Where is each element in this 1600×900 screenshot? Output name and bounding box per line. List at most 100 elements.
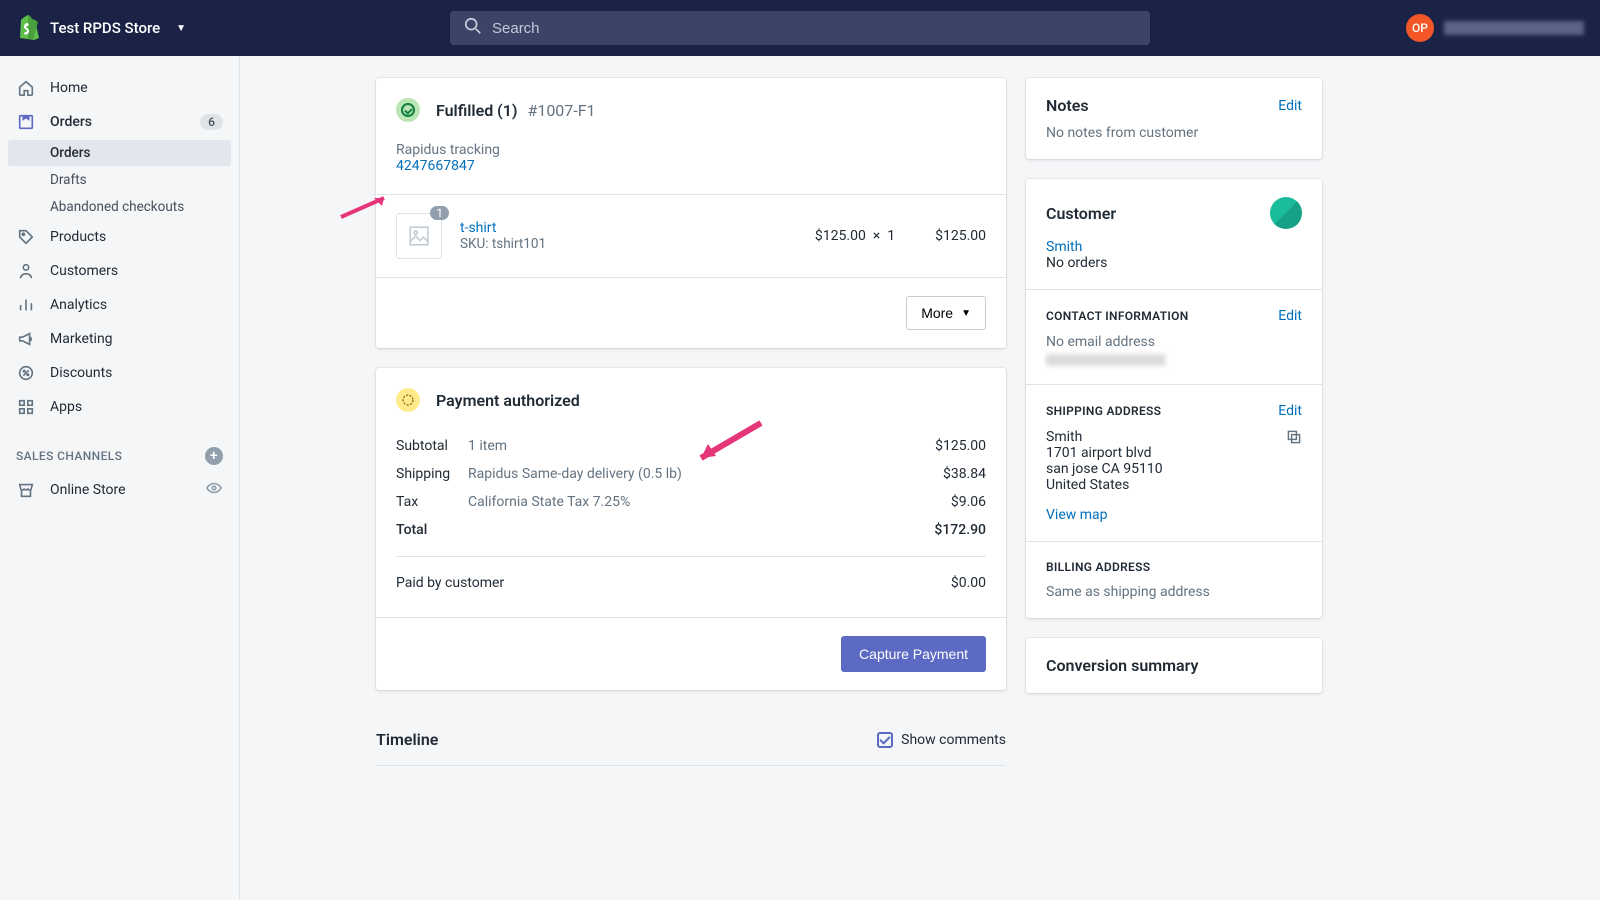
nav-customers[interactable]: Customers: [8, 255, 231, 287]
search-input[interactable]: [492, 20, 1136, 37]
subnav-abandoned[interactable]: Abandoned checkouts: [8, 194, 231, 220]
person-icon: [16, 261, 36, 281]
nav-home[interactable]: Home: [8, 72, 231, 104]
nav-discounts[interactable]: Discounts: [8, 357, 231, 389]
billing-same: Same as shipping address: [1046, 584, 1302, 600]
total-amount: $172.90: [934, 522, 986, 538]
nav-marketing[interactable]: Marketing: [8, 323, 231, 355]
subnav-drafts[interactable]: Drafts: [8, 167, 231, 193]
paid-amount: $0.00: [951, 575, 986, 591]
nav-label: Orders: [50, 114, 92, 130]
billing-address-title: BILLING ADDRESS: [1046, 560, 1150, 574]
contact-phone-blurred: [1046, 354, 1166, 366]
shipping-edit-link[interactable]: Edit: [1278, 403, 1302, 419]
orders-badge: 6: [200, 114, 223, 130]
addr-country: United States: [1046, 477, 1302, 493]
shipping-amount: $38.84: [943, 466, 986, 482]
customer-avatar: [1270, 197, 1302, 229]
conversion-card: Conversion summary: [1026, 638, 1322, 693]
checkbox-icon: [877, 732, 893, 748]
product-thumbnail: 1: [396, 213, 442, 259]
total-label: Total: [396, 522, 468, 538]
capture-payment-button[interactable]: Capture Payment: [841, 636, 986, 672]
shipping-desc: Rapidus Same-day delivery (0.5 lb): [468, 466, 943, 482]
no-email: No email address: [1046, 334, 1302, 350]
notes-title: Notes: [1046, 96, 1089, 115]
home-icon: [16, 78, 36, 98]
shipping-label: Shipping: [396, 466, 468, 482]
customer-title: Customer: [1046, 204, 1116, 223]
copy-icon[interactable]: [1286, 429, 1302, 449]
store-switcher[interactable]: Test RPDS Store ▼: [16, 14, 186, 42]
add-channel-button[interactable]: +: [205, 447, 223, 465]
subnav-orders[interactable]: Orders: [8, 140, 231, 166]
payment-title: Payment authorized: [436, 391, 580, 410]
chevron-down-icon: ▼: [176, 23, 186, 34]
more-actions-button[interactable]: More ▼: [906, 296, 986, 330]
addr-name: Smith: [1046, 429, 1302, 445]
chart-icon: [16, 295, 36, 315]
customer-orders: No orders: [1046, 255, 1302, 271]
tax-label: Tax: [396, 494, 468, 510]
sidebar: Home Orders 6 Orders Drafts Abandoned ch…: [0, 56, 240, 900]
payment-status-icon: [396, 388, 420, 412]
product-name-link[interactable]: t-shirt: [460, 220, 546, 236]
qty-badge: 1: [430, 206, 449, 220]
section-sales-channels: SALES CHANNELS +: [8, 425, 231, 473]
search-icon: [464, 17, 482, 39]
timeline-title: Timeline: [376, 730, 438, 749]
nav-label: Online Store: [50, 482, 126, 498]
conversion-title: Conversion summary: [1046, 656, 1198, 675]
fulfillment-ref: #1007-F1: [527, 101, 595, 120]
addr-line1: 1701 airport blvd: [1046, 445, 1302, 461]
paid-label: Paid by customer: [396, 575, 504, 591]
nav-label: Analytics: [50, 297, 107, 313]
payment-card: Payment authorized Subtotal 1 item $125.…: [376, 368, 1006, 690]
contact-edit-link[interactable]: Edit: [1278, 308, 1302, 324]
apps-icon: [16, 397, 36, 417]
tax-amount: $9.06: [951, 494, 986, 510]
nav-label: Home: [50, 80, 88, 96]
nav-products[interactable]: Products: [8, 221, 231, 253]
annotation-arrow: [336, 192, 396, 222]
discount-icon: [16, 363, 36, 383]
user-avatar: OP: [1406, 14, 1434, 42]
global-search[interactable]: [450, 11, 1150, 45]
user-menu[interactable]: OP: [1406, 14, 1584, 42]
customer-name-link[interactable]: Smith: [1046, 239, 1302, 255]
nav-label: Customers: [50, 263, 118, 279]
tag-icon: [16, 227, 36, 247]
line-item-row: 1 t-shirt SKU: tshirt101 $125.00 × 1 $12…: [376, 194, 1006, 278]
caret-down-icon: ▼: [961, 308, 971, 319]
notes-card: Notes Edit No notes from customer: [1026, 78, 1322, 159]
store-icon: [16, 480, 36, 500]
eye-icon[interactable]: [205, 479, 223, 501]
orders-icon: [16, 112, 36, 132]
nav-orders[interactable]: Orders 6: [8, 106, 231, 138]
line-total: $125.00: [935, 228, 986, 244]
subtotal-amount: $125.00: [935, 438, 986, 454]
nav-apps[interactable]: Apps: [8, 391, 231, 423]
store-name: Test RPDS Store: [50, 19, 160, 37]
notes-edit-link[interactable]: Edit: [1278, 98, 1302, 114]
view-map-link[interactable]: View map: [1046, 507, 1302, 523]
nav-label: Apps: [50, 399, 82, 415]
tracking-label: Rapidus tracking: [396, 142, 986, 158]
tax-desc: California State Tax 7.25%: [468, 494, 951, 510]
addr-line2: san jose CA 95110: [1046, 461, 1302, 477]
nav-label: Marketing: [50, 331, 113, 347]
fulfilled-status-icon: [396, 98, 420, 122]
subtotal-label: Subtotal: [396, 438, 468, 454]
shopify-logo-icon: [16, 14, 40, 42]
annotation-arrow: [686, 418, 766, 468]
timeline-section: Timeline Show comments: [376, 710, 1006, 766]
contact-info-title: CONTACT INFORMATION: [1046, 309, 1189, 323]
product-sku: SKU: tshirt101: [460, 236, 546, 252]
nav-analytics[interactable]: Analytics: [8, 289, 231, 321]
nav-label: Discounts: [50, 365, 112, 381]
fulfillment-title: Fulfilled (1): [436, 101, 517, 120]
tracking-number-link[interactable]: 4247667847: [396, 158, 986, 174]
customer-card: Customer Smith No orders CONTACT INFORMA…: [1026, 179, 1322, 618]
nav-online-store[interactable]: Online Store: [8, 473, 231, 507]
show-comments-toggle[interactable]: Show comments: [877, 732, 1006, 748]
